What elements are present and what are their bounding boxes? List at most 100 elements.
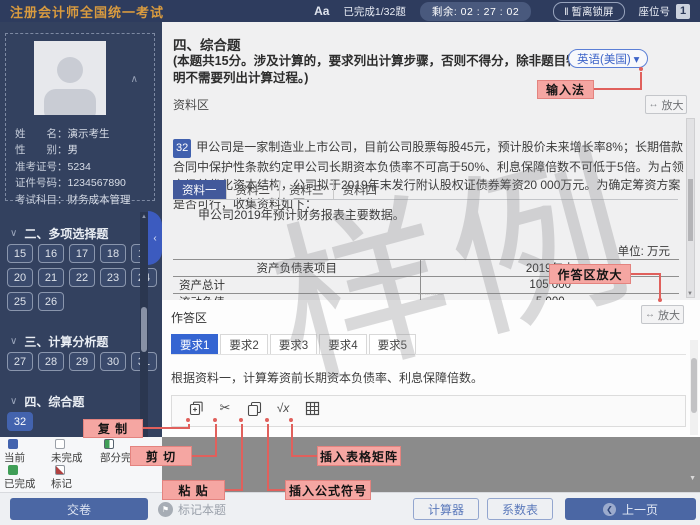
seat-number-badge: 1: [676, 3, 690, 19]
answer-area-label: 作答区: [171, 311, 208, 325]
question-button[interactable]: 28: [38, 352, 64, 371]
tab-material-1[interactable]: 资料一: [173, 180, 226, 199]
question-number-grid-1: 15 16 17 18 19 20 21 22 23 24 25 26: [7, 244, 159, 311]
mark-question-button[interactable]: ⚑ 标记本题: [158, 501, 226, 518]
question-button[interactable]: 15: [7, 244, 33, 263]
requirement-tabs: 要求1 要求2 要求3 要求4 要求5: [171, 334, 686, 355]
material-scrollbar[interactable]: ▼: [686, 118, 695, 298]
sidebar-scrollbar[interactable]: ▲: [140, 212, 148, 437]
cut-icon[interactable]: ✂: [217, 400, 233, 416]
table-header: 资产负债表项目: [173, 259, 422, 277]
material-zoom-button[interactable]: ↔ 放大: [645, 95, 687, 114]
question-number-badge: 32: [173, 139, 192, 158]
section-calculation[interactable]: ∨ 三、计算分析题: [0, 333, 108, 350]
section-multiple-choice[interactable]: ∨ 二、多项选择题: [0, 225, 108, 242]
question-button[interactable]: 17: [69, 244, 95, 263]
callout-dot: [186, 418, 190, 422]
caret-down-icon: ▾: [633, 53, 640, 66]
callout-dot: [213, 418, 217, 422]
callout-input-method: 输入法: [537, 80, 594, 99]
time-remaining-badge: 剩余: 02 : 27 : 02: [419, 1, 532, 21]
submit-paper-button[interactable]: 交卷: [10, 498, 148, 520]
answer-scrollbar[interactable]: [690, 340, 698, 435]
section-comprehensive[interactable]: ∨ 四、综合题: [0, 393, 84, 410]
question-button[interactable]: 25: [7, 292, 33, 311]
top-bar: 注册会计师全国统一考试 Aa 已完成1/32题 剩余: 02 : 27 : 02…: [0, 0, 700, 22]
sidebar-scrollbar-thumb[interactable]: [141, 307, 147, 352]
question-button[interactable]: 21: [38, 268, 64, 287]
callout-answer-zoom: 作答区放大: [549, 264, 631, 284]
previous-page-button[interactable]: ❮ 上一页: [565, 498, 696, 520]
material-scrollbar-thumb[interactable]: [688, 179, 693, 241]
question-button[interactable]: 18: [100, 244, 126, 263]
legend-marked: 标记: [51, 465, 99, 491]
callout-cut: 剪 切: [130, 446, 192, 466]
copy-icon[interactable]: [188, 400, 204, 416]
callout-dot: [658, 298, 662, 302]
tab-requirement-2[interactable]: 要求2: [220, 334, 268, 354]
question-button[interactable]: 26: [38, 292, 64, 311]
avatar-icon: [57, 57, 83, 83]
collapse-card-chevron-icon[interactable]: ∧: [131, 74, 138, 85]
info-row-subject: 考试科目： 财务成本管理: [15, 193, 131, 206]
question-button[interactable]: 20: [7, 268, 33, 287]
question-text: 32 甲公司是一家制造业上市公司，目前公司股票每股45元，预计股价未来增长率8%；…: [173, 139, 684, 211]
font-size-icon[interactable]: Aa: [314, 4, 329, 18]
callout-paste: 粘 贴: [162, 480, 225, 500]
chevron-down-icon: ∨: [10, 336, 18, 347]
unit-label: 单位: 万元: [617, 246, 670, 258]
answer-scrollbar-thumb[interactable]: [691, 358, 697, 413]
material-intro: 甲公司2019年预计财务报表主要数据。: [198, 208, 405, 222]
callout-copy: 复 制: [83, 419, 143, 438]
answer-area-panel: 作答区 ↔ 放大 要求1 要求2 要求3 要求4 要求5 根据资料一，计算筹资前…: [162, 300, 700, 437]
question-button-current[interactable]: 32: [7, 412, 33, 431]
tab-requirement-5[interactable]: 要求5: [368, 334, 417, 354]
previous-icon: ❮: [602, 502, 616, 516]
callout-dot: [289, 418, 293, 422]
scroll-down-icon[interactable]: ▼: [689, 475, 696, 482]
material-area-label: 资料区: [173, 98, 210, 112]
chevron-down-icon: ∨: [10, 228, 18, 239]
question-number-grid-2: 27 28 29 30 31: [7, 352, 159, 371]
sidebar-collapse-handle[interactable]: ‹: [148, 211, 162, 265]
answer-zoom-button[interactable]: ↔ 放大: [641, 305, 684, 324]
info-row-name: 姓 名： 演示考生: [15, 128, 110, 140]
tab-requirement-1[interactable]: 要求1: [171, 334, 219, 354]
chevron-down-icon: ∨: [10, 396, 18, 407]
coefficient-table-button[interactable]: 系数表: [487, 498, 553, 520]
question-button[interactable]: 27: [7, 352, 33, 371]
tab-material-2[interactable]: 资料二: [225, 180, 280, 199]
question-button[interactable]: 16: [38, 244, 64, 263]
panel-splitter-handle[interactable]: ┄┄┄┄: [418, 289, 444, 300]
legend-incomplete: 未完成: [51, 439, 99, 465]
question-nav-sidebar: ∧ 姓 名： 演示考生 性 别：男 准考证号： 5234 证件号码： 12345678…: [0, 22, 162, 437]
material-area: 四、综合题 (本题共15分。涉及计算的，要求列出计算步骤，否则不得分，除非题目特…: [162, 22, 700, 300]
callout-dot: [639, 67, 643, 71]
insert-table-icon[interactable]: [304, 400, 320, 416]
candidate-id-card: ∧ 姓 名： 演示考生 性 别：男 准考证号： 5234 证件号码： 12345678…: [5, 33, 155, 206]
paste-icon[interactable]: [246, 400, 262, 416]
flag-icon: ⚑: [158, 502, 173, 517]
tab-requirement-3[interactable]: 要求3: [269, 334, 318, 354]
exam-title: 注册会计师全国统一考试: [10, 4, 165, 20]
pause-lock-button[interactable]: ‖ 暂离锁屏: [553, 1, 625, 21]
input-method-dropdown[interactable]: 英语(美国) ▾: [568, 49, 649, 68]
info-row-gender: 性 别：男: [15, 144, 78, 157]
requirement-prompt: 根据资料一，计算筹资前长期资本负债率、利息保障倍数。: [171, 371, 484, 385]
tab-material-4[interactable]: 资料四: [332, 180, 387, 199]
calculator-button[interactable]: 计算器: [413, 498, 479, 520]
info-row-id-no: 证件号码： 1234567890: [15, 177, 126, 190]
question-button[interactable]: 23: [100, 268, 126, 287]
callout-insert-table: 插入表格矩阵: [317, 446, 401, 466]
tab-material-3[interactable]: 资料三: [279, 180, 333, 199]
question-button[interactable]: 30: [100, 352, 126, 371]
expand-icon: ↔: [645, 309, 655, 320]
question-button[interactable]: 22: [69, 268, 95, 287]
seat-label: 座位号: [638, 5, 671, 18]
legend-current: 当前: [4, 439, 52, 465]
editor-toolbar: ✂ √x: [171, 395, 686, 427]
tab-requirement-4[interactable]: 要求4: [319, 334, 367, 354]
legend-complete: 已完成: [4, 465, 52, 491]
question-button[interactable]: 29: [69, 352, 95, 371]
insert-formula-icon[interactable]: √x: [275, 400, 291, 416]
